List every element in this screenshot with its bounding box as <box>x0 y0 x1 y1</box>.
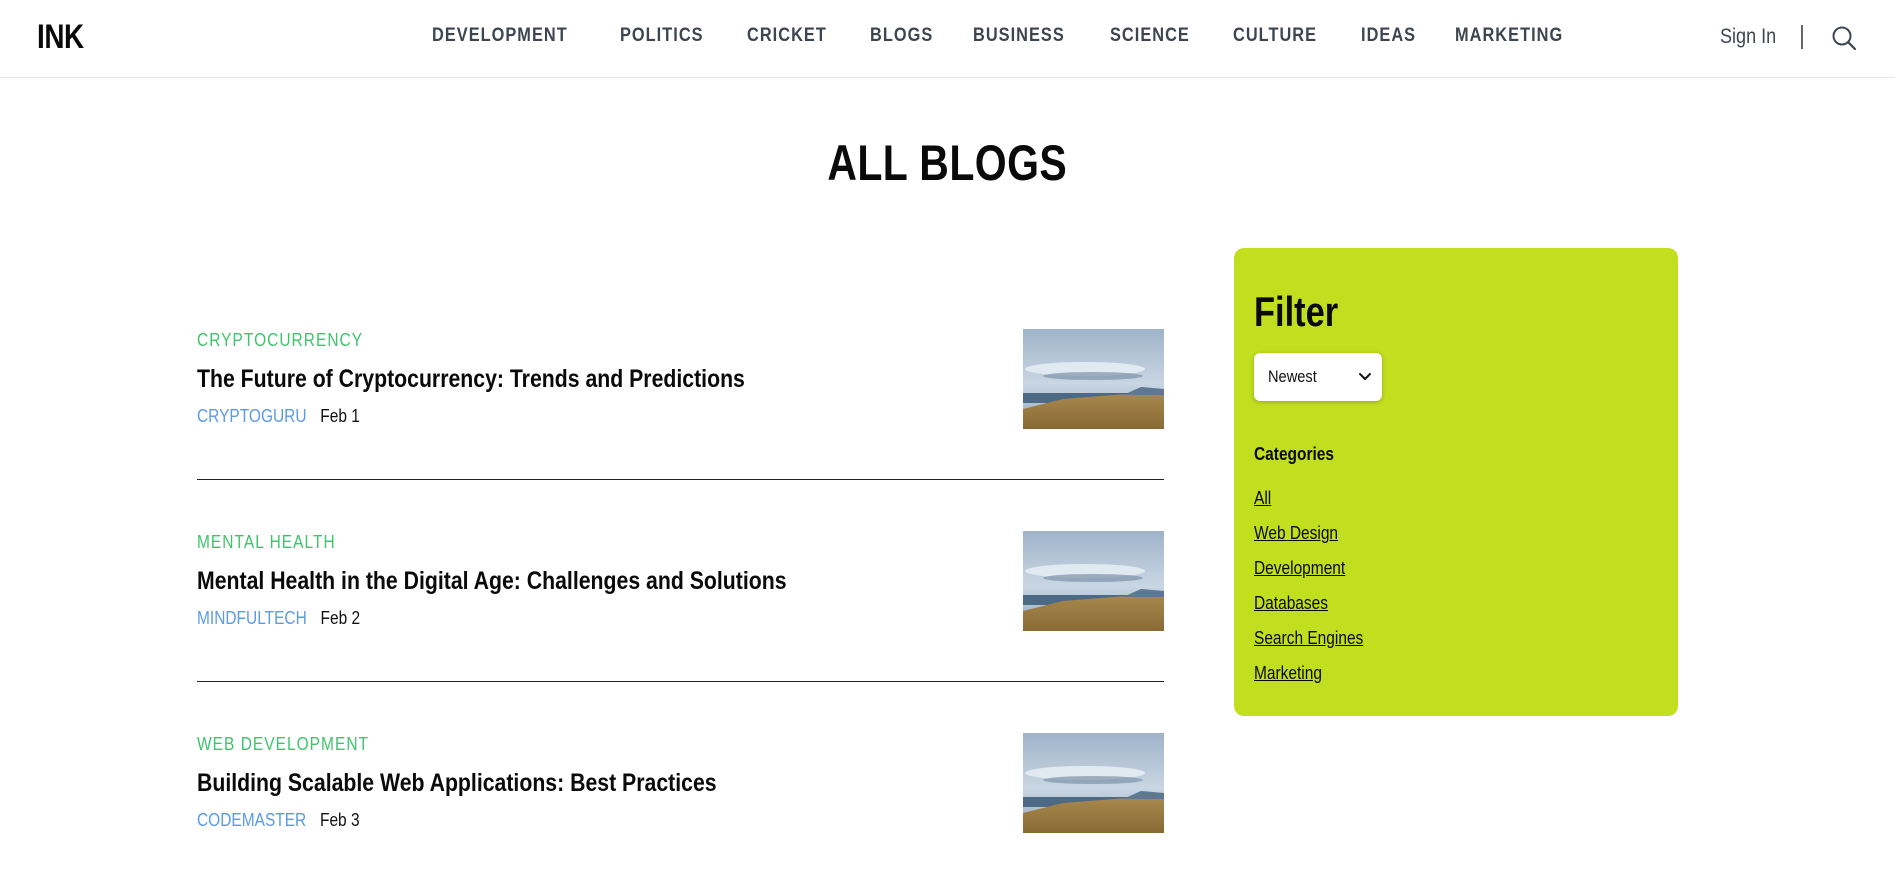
sort-select-value: Newest <box>1268 367 1317 386</box>
category-link-search-engines[interactable]: Search Engines <box>1254 628 1363 663</box>
search-icon[interactable] <box>1831 25 1857 51</box>
blog-post-item[interactable]: WEB DEVELOPMENT Building Scalable Web Ap… <box>197 733 1164 884</box>
post-author[interactable]: CRYPTOGURU <box>197 406 307 426</box>
post-author[interactable]: MINDFULTECH <box>197 608 307 628</box>
post-date: Feb 1 <box>320 406 360 426</box>
post-thumbnail[interactable] <box>1023 733 1164 833</box>
post-thumbnail[interactable] <box>1023 329 1164 429</box>
header-divider <box>1801 25 1803 49</box>
sort-select[interactable]: Newest <box>1254 353 1382 401</box>
chevron-down-icon <box>1358 369 1372 383</box>
post-date: Feb 2 <box>320 608 361 628</box>
site-header: INK DEVELOPMENT POLITICS CRICKET BLOGS B… <box>0 0 1895 78</box>
post-meta: CRYPTOGURU Feb 1 <box>197 406 360 427</box>
category-list: All Web Design Development Databases Sea… <box>1254 488 1381 698</box>
nav-item-science[interactable]: SCIENCE <box>1110 25 1190 47</box>
main-nav: DEVELOPMENT POLITICS CRICKET BLOGS BUSIN… <box>432 25 1611 47</box>
post-title[interactable]: Mental Health in the Digital Age: Challe… <box>197 567 787 596</box>
site-logo[interactable]: INK <box>37 18 84 57</box>
post-category[interactable]: CRYPTOCURRENCY <box>197 330 363 351</box>
sign-in-link[interactable]: Sign In <box>1720 25 1776 49</box>
nav-item-politics[interactable]: POLITICS <box>620 25 704 47</box>
post-category[interactable]: MENTAL HEALTH <box>197 532 336 553</box>
post-meta: CODEMASTER Feb 3 <box>197 810 360 831</box>
post-divider <box>197 681 1164 682</box>
category-link-web-design[interactable]: Web Design <box>1254 523 1363 558</box>
nav-item-business[interactable]: BUSINESS <box>973 25 1065 47</box>
nav-item-development[interactable]: DEVELOPMENT <box>432 25 568 47</box>
post-category[interactable]: WEB DEVELOPMENT <box>197 734 369 755</box>
nav-item-marketing[interactable]: MARKETING <box>1455 25 1563 47</box>
category-link-all[interactable]: All <box>1254 488 1363 523</box>
nav-item-cricket[interactable]: CRICKET <box>747 25 827 47</box>
post-title[interactable]: Building Scalable Web Applications: Best… <box>197 769 717 798</box>
categories-heading: Categories <box>1254 444 1335 464</box>
page-title: ALL BLOGS <box>827 135 1068 191</box>
nav-item-ideas[interactable]: IDEAS <box>1361 25 1416 47</box>
filter-panel: Filter Newest Categories All Web Design … <box>1234 248 1678 716</box>
post-author[interactable]: CODEMASTER <box>197 810 306 830</box>
nav-item-culture[interactable]: CULTURE <box>1233 25 1317 47</box>
post-date: Feb 3 <box>319 810 360 830</box>
post-thumbnail[interactable] <box>1023 531 1164 631</box>
filter-title: Filter <box>1254 288 1339 335</box>
post-divider <box>197 479 1164 480</box>
blog-post-item[interactable]: MENTAL HEALTH Mental Health in the Digit… <box>197 531 1164 682</box>
post-meta: MINDFULTECH Feb 2 <box>197 608 360 629</box>
blog-post-item[interactable]: CRYPTOCURRENCY The Future of Cryptocurre… <box>197 329 1164 480</box>
category-link-marketing[interactable]: Marketing <box>1254 663 1363 698</box>
category-link-databases[interactable]: Databases <box>1254 593 1363 628</box>
post-title[interactable]: The Future of Cryptocurrency: Trends and… <box>197 365 745 394</box>
nav-item-blogs[interactable]: BLOGS <box>870 25 933 47</box>
category-link-development[interactable]: Development <box>1254 558 1363 593</box>
